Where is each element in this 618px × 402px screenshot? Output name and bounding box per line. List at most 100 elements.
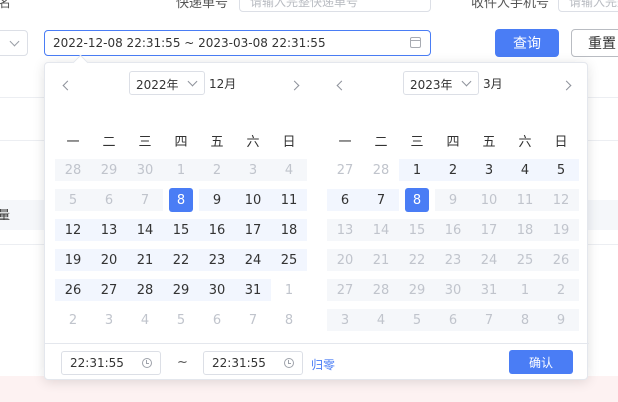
calendar-day: 7 bbox=[127, 189, 163, 211]
calendar-day: 24 bbox=[471, 249, 507, 271]
calendar-day: 9 bbox=[543, 309, 579, 331]
calendar-day: 1 bbox=[163, 159, 199, 181]
calendar-day[interactable]: 28 bbox=[363, 155, 399, 185]
year-select-right[interactable]: 2023年 bbox=[403, 71, 479, 95]
calendar-day: 3 bbox=[235, 159, 271, 181]
calendar-day: 29 bbox=[399, 279, 435, 301]
year-select-left[interactable]: 2022年 bbox=[129, 71, 205, 95]
start-time-input[interactable]: 22:31:55 bbox=[61, 351, 161, 375]
weekday-header: 一二三四五六日 bbox=[327, 125, 579, 155]
calendar-day[interactable]: 12 bbox=[55, 219, 91, 241]
calendar-day[interactable]: 31 bbox=[235, 279, 271, 301]
calendar-day[interactable]: 10 bbox=[235, 189, 271, 211]
table-header-text: 量 bbox=[0, 208, 11, 222]
month-label-right: 3月 bbox=[483, 77, 503, 91]
calendar-day[interactable]: 5 bbox=[543, 159, 579, 181]
calendar-day[interactable]: 25 bbox=[271, 249, 307, 271]
calendar-day[interactable]: 17 bbox=[235, 219, 271, 241]
weekday-label: 五 bbox=[210, 134, 224, 150]
weekday-label: 日 bbox=[282, 134, 296, 150]
calendar-day[interactable]: 27 bbox=[91, 279, 127, 301]
calendar-day[interactable]: 29 bbox=[163, 279, 199, 301]
calendar-day[interactable]: 8 bbox=[271, 305, 307, 335]
calendar-day[interactable]: 1 bbox=[271, 275, 307, 305]
clock-icon bbox=[142, 358, 152, 368]
calendar-day[interactable]: 15 bbox=[163, 219, 199, 241]
calendar-day[interactable]: 9 bbox=[199, 189, 235, 211]
calendar-day[interactable]: 18 bbox=[271, 219, 307, 241]
weekday-label: 二 bbox=[374, 134, 388, 150]
calendar-day: 2 bbox=[543, 279, 579, 301]
prev-month-icon[interactable] bbox=[61, 79, 73, 91]
calendar-day[interactable]: 7 bbox=[235, 305, 271, 335]
calendar-day: 14 bbox=[363, 219, 399, 241]
status-select[interactable] bbox=[0, 30, 28, 56]
calendar-day[interactable]: 4 bbox=[507, 159, 543, 181]
calendar-day[interactable]: 7 bbox=[363, 189, 399, 211]
calendar-day[interactable]: 22 bbox=[163, 249, 199, 271]
calendar-day: 29 bbox=[91, 159, 127, 181]
weekday-label: 一 bbox=[66, 134, 80, 150]
calendar-day[interactable]: 5 bbox=[163, 305, 199, 335]
calendar-day[interactable]: 26 bbox=[55, 279, 91, 301]
calendar-day[interactable]: 2 bbox=[55, 305, 91, 335]
calendar-day[interactable]: 23 bbox=[199, 249, 235, 271]
calendar-panel-left: 2022年 12月 一二三四五六日 28 29 30 1 2 3 4 5 6 7 8 9 10 11 12 13… bbox=[45, 63, 317, 343]
calendar-day: 19 bbox=[543, 219, 579, 241]
reset-button[interactable]: 重置 bbox=[571, 29, 618, 57]
calendar-day[interactable]: 21 bbox=[127, 249, 163, 271]
calendar-week-row: 26 27 28 29 30 31 1 bbox=[55, 275, 307, 305]
calendar-day: 8 bbox=[507, 309, 543, 331]
calendar-day[interactable]: 19 bbox=[55, 249, 91, 271]
next-month-icon[interactable] bbox=[289, 79, 303, 91]
end-time-value: 22:31:55 bbox=[212, 356, 266, 370]
calendar-day: 26 bbox=[543, 249, 579, 271]
end-time-input[interactable]: 22:31:55 bbox=[203, 351, 303, 375]
query-button[interactable]: 查询 bbox=[495, 29, 559, 57]
calendar-day: 11 bbox=[507, 189, 543, 211]
calendar-week-row: 28 29 30 1 2 3 4 bbox=[55, 155, 307, 185]
calendar-day[interactable]: 24 bbox=[235, 249, 271, 271]
calendar-day: 4 bbox=[363, 309, 399, 331]
calendar-day[interactable]: 20 bbox=[91, 249, 127, 271]
calendar-day[interactable]: 16 bbox=[199, 219, 235, 241]
calendar-day[interactable]: 28 bbox=[127, 279, 163, 301]
calendar-day: 3 bbox=[327, 309, 363, 331]
calendar-day: 28 bbox=[55, 159, 91, 181]
calendar-icon bbox=[410, 37, 421, 48]
calendar-day: 22 bbox=[399, 249, 435, 271]
calendar-day: 23 bbox=[435, 249, 471, 271]
calendar-day[interactable]: 3 bbox=[91, 305, 127, 335]
calendar-day-selected[interactable]: 8 bbox=[399, 185, 435, 215]
calendar-week-row: 2345678 bbox=[55, 305, 307, 335]
prev-month-icon[interactable] bbox=[335, 79, 347, 91]
calendar-day[interactable]: 6 bbox=[199, 305, 235, 335]
date-range-input[interactable]: 2022-12-08 22:31:55 ~ 2023-03-08 22:31:5… bbox=[44, 30, 431, 56]
reset-time-link[interactable]: 归零 bbox=[311, 356, 335, 373]
weekday-label: 一 bbox=[338, 134, 352, 150]
calendar-day[interactable]: 4 bbox=[127, 305, 163, 335]
weekday-label: 四 bbox=[446, 134, 460, 150]
calendar-day[interactable]: 27 bbox=[327, 155, 363, 185]
calendar-day[interactable]: 30 bbox=[199, 279, 235, 301]
next-month-icon[interactable] bbox=[561, 79, 575, 91]
calendar-day-selected[interactable]: 8 bbox=[163, 185, 199, 215]
calendar-day[interactable]: 13 bbox=[91, 219, 127, 241]
calendar-day[interactable]: 1 bbox=[399, 159, 435, 181]
confirm-button[interactable]: 确认 bbox=[509, 350, 573, 374]
calendar-day[interactable]: 2 bbox=[435, 159, 471, 181]
calendar-day[interactable]: 3 bbox=[471, 159, 507, 181]
calendar-day[interactable]: 14 bbox=[127, 219, 163, 241]
calendar-day: 2 bbox=[199, 159, 235, 181]
calendar-day: 13 bbox=[327, 219, 363, 241]
weekday-label: 六 bbox=[246, 134, 260, 150]
weekday-header: 一二三四五六日 bbox=[55, 125, 307, 155]
calendar-day: 6 bbox=[91, 189, 127, 211]
calendar-day[interactable]: 6 bbox=[327, 189, 363, 211]
start-time-value: 22:31:55 bbox=[70, 356, 124, 370]
calendar-day: 6 bbox=[435, 309, 471, 331]
month-label-left: 12月 bbox=[209, 77, 237, 91]
tracking-number-input[interactable]: 请输入完整快递单号 bbox=[239, 0, 431, 12]
calendar-day[interactable]: 11 bbox=[271, 189, 307, 211]
phone-input[interactable]: 请输入完整 bbox=[558, 0, 618, 12]
